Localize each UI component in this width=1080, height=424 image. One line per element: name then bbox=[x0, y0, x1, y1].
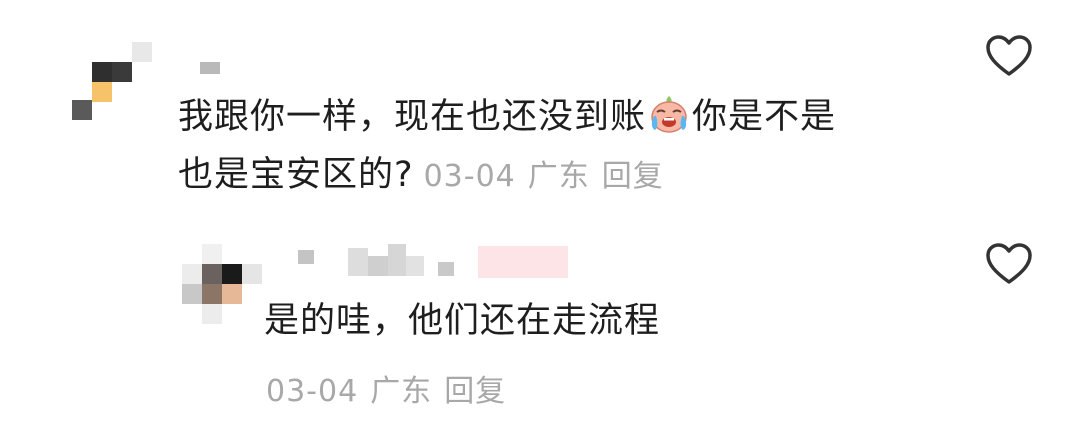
crying-face-emoji bbox=[648, 94, 690, 134]
comment-date: 03-04 bbox=[423, 159, 516, 194]
comment-location: 广东 bbox=[527, 159, 590, 194]
heart-outline-icon[interactable] bbox=[985, 242, 1033, 286]
comment-text: 我跟你一样，现在也还没到账 你是不是 也是宝安区的? 03-04 广东 回复 bbox=[178, 88, 836, 206]
avatar[interactable] bbox=[182, 244, 262, 324]
reply-text: 是的哇，他们还在走流程 bbox=[264, 301, 661, 341]
reply-button[interactable]: 回复 bbox=[444, 374, 506, 409]
avatar[interactable] bbox=[72, 42, 152, 122]
reply-meta: 03-04 广东 回复 bbox=[266, 366, 506, 410]
username-redacted[interactable] bbox=[290, 242, 590, 282]
reply-button[interactable]: 回复 bbox=[602, 159, 664, 194]
reply-location: 广东 bbox=[370, 374, 433, 409]
reply-date: 03-04 bbox=[266, 374, 359, 409]
comment-meta: 03-04 广东 回复 bbox=[424, 159, 664, 194]
heart-outline-icon[interactable] bbox=[985, 34, 1033, 78]
